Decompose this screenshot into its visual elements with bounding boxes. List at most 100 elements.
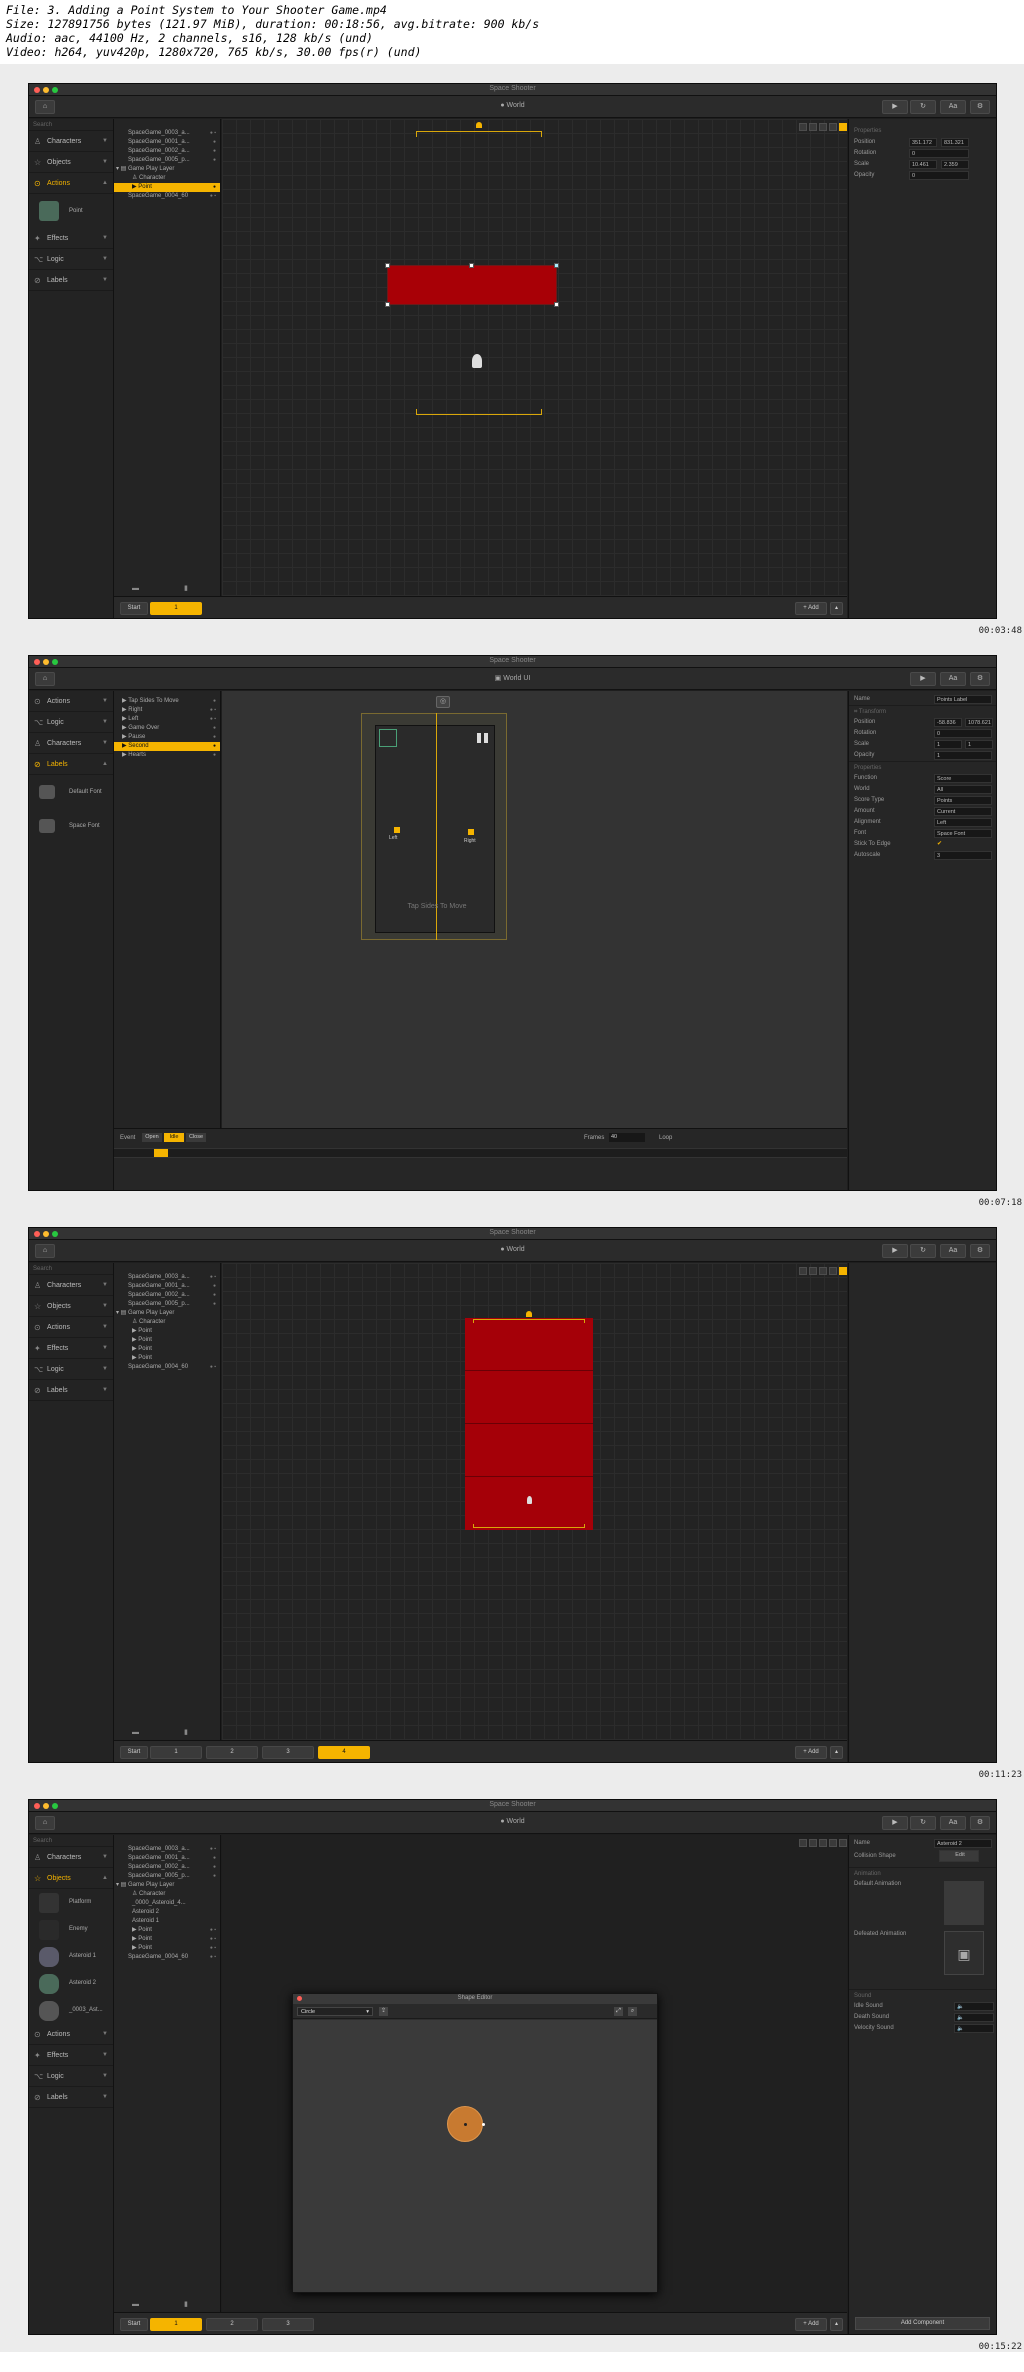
- speaker-icon[interactable]: 🔈: [954, 2024, 994, 2033]
- lock-icon[interactable]: ● ▪: [210, 129, 216, 138]
- tree-row-layer[interactable]: ▾ ▤ Game Play Layer: [114, 1309, 220, 1318]
- tree-row[interactable]: SpaceGame_0002_a... ●: [114, 147, 220, 156]
- start-button[interactable]: Start: [120, 2318, 148, 2331]
- library-logic[interactable]: ⌥ Logic ▼: [29, 712, 113, 733]
- close-tab[interactable]: Close: [186, 1133, 206, 1142]
- settings-button[interactable]: ⚙: [970, 1244, 990, 1258]
- pause-icon[interactable]: [477, 733, 481, 743]
- library-effects[interactable]: ✦ Effects ▼: [29, 2045, 113, 2066]
- grid-tool-icon[interactable]: [829, 1267, 837, 1275]
- library-characters[interactable]: ♙ Characters ▼: [29, 733, 113, 754]
- font-button[interactable]: Aa: [940, 1816, 966, 1830]
- library-item-default-font[interactable]: Default Font: [29, 775, 113, 809]
- frames-input[interactable]: 40: [609, 1133, 645, 1142]
- speaker-icon[interactable]: 🔈: [954, 2002, 994, 2011]
- world-tab-1[interactable]: 1: [150, 1746, 202, 1759]
- tree-row[interactable]: SpaceGame_0005_p... ●: [114, 156, 220, 165]
- library-characters[interactable]: ♙ Characters ▼: [29, 131, 113, 152]
- tree-row[interactable]: SpaceGame_0003_a... ● ▪: [114, 129, 220, 138]
- resize-handle[interactable]: [554, 302, 559, 307]
- tree-row[interactable]: ▶ Point ● ▪: [114, 1944, 220, 1953]
- tree-row[interactable]: ♙ Character: [114, 1318, 220, 1327]
- tree-row[interactable]: ♙ Character: [114, 1890, 220, 1899]
- checkmark-icon[interactable]: ✔: [937, 839, 942, 850]
- lock-icon[interactable]: ● ▪: [210, 192, 216, 201]
- library-item-asteroid-3[interactable]: _0003_Ast...: [29, 1997, 113, 2024]
- grid-tool-icon[interactable]: [799, 1839, 807, 1847]
- export-icon[interactable]: ⇪: [379, 2007, 388, 2016]
- circle-center-handle[interactable]: [464, 2123, 467, 2126]
- keyframe[interactable]: [154, 1149, 168, 1157]
- grid-tool-icon[interactable]: [819, 1267, 827, 1275]
- tree-row[interactable]: SpaceGame_0004_60 ● ▪: [114, 192, 220, 201]
- pause-icon[interactable]: [484, 733, 488, 743]
- resize-handle[interactable]: [385, 302, 390, 307]
- tree-row[interactable]: ▶ Point: [114, 1327, 220, 1336]
- tree-row-selected[interactable]: ▶ Point ●: [114, 183, 220, 192]
- settings-button[interactable]: ⚙: [970, 100, 990, 114]
- camera-icon[interactable]: ◎: [436, 696, 450, 708]
- points-label-selection[interactable]: [379, 729, 397, 747]
- grid-tool-icon[interactable]: [829, 123, 837, 131]
- tree-row[interactable]: ▶ Left ● ▪: [114, 715, 220, 724]
- library-item-space-font[interactable]: Space Font: [29, 809, 113, 843]
- edit-shape-button[interactable]: Edit: [939, 1850, 979, 1862]
- scene-canvas[interactable]: [222, 119, 847, 596]
- world-tab-1[interactable]: 1: [150, 2318, 202, 2331]
- play-button[interactable]: ▶: [882, 1816, 908, 1830]
- add-button[interactable]: + Add: [795, 1746, 827, 1759]
- start-button[interactable]: Start: [120, 1746, 148, 1759]
- font-button[interactable]: Aa: [940, 100, 966, 114]
- library-effects[interactable]: ✦ Effects ▼: [29, 1338, 113, 1359]
- library-objects[interactable]: ☆ Objects ▲: [29, 1868, 113, 1889]
- tree-row[interactable]: ♙ Character: [114, 174, 220, 183]
- open-tab[interactable]: Open: [142, 1133, 162, 1142]
- ui-canvas[interactable]: ◎ Left Right Tap Sides To Move: [222, 691, 847, 1128]
- lock-icon[interactable]: ●: [213, 183, 216, 192]
- add-button[interactable]: + Add: [795, 602, 827, 615]
- search-input[interactable]: Search: [29, 119, 113, 131]
- grid-tool-icon[interactable]: [819, 123, 827, 131]
- add-component-button[interactable]: Add Component: [855, 2317, 990, 2330]
- more-button[interactable]: ▴: [830, 602, 843, 615]
- world-tab-2[interactable]: 2: [206, 1746, 258, 1759]
- anchor-icon[interactable]: [526, 1311, 532, 1317]
- resize-handle[interactable]: [469, 263, 474, 268]
- library-effects[interactable]: ✦ Effects ▼: [29, 228, 113, 249]
- world-tab-4[interactable]: 4: [318, 1746, 370, 1759]
- tree-row[interactable]: SpaceGame_0004_60 ● ▪: [114, 1953, 220, 1962]
- character-sprite[interactable]: [472, 354, 482, 368]
- animation-thumbnail[interactable]: [944, 1881, 984, 1925]
- lock-icon[interactable]: ●: [213, 156, 216, 165]
- zoom-icon[interactable]: ⌕: [628, 2007, 637, 2016]
- rotate-handle[interactable]: [554, 263, 559, 268]
- tree-row[interactable]: _0000_Asteroid_4...: [114, 1899, 220, 1908]
- folder-icon[interactable]: ▬: [132, 2301, 139, 2308]
- tree-row[interactable]: SpaceGame_0001_a... ●: [114, 1282, 220, 1291]
- search-input[interactable]: Search: [29, 1263, 113, 1275]
- font-button[interactable]: Aa: [940, 672, 966, 686]
- library-actions[interactable]: ⊙ Actions ▼: [29, 1317, 113, 1338]
- tree-row[interactable]: Asteroid 1: [114, 1917, 220, 1926]
- folder-icon[interactable]: ▬: [132, 585, 139, 592]
- folder-icon[interactable]: ▬: [132, 1729, 139, 1736]
- reload-button[interactable]: ↻: [910, 100, 936, 114]
- resize-handle[interactable]: [385, 263, 390, 268]
- scene-canvas[interactable]: Shape Editor Circle ▾ ⇪ ⤢ ⌕: [222, 1835, 847, 2312]
- play-button[interactable]: ▶: [882, 100, 908, 114]
- ui-screen[interactable]: [375, 725, 495, 933]
- library-logic[interactable]: ⌥ Logic ▼: [29, 1359, 113, 1380]
- tree-row-layer[interactable]: ▾ ▤ Game Play Layer: [114, 165, 220, 174]
- world-tab-2[interactable]: 2: [206, 2318, 258, 2331]
- tree-row-layer[interactable]: ▾ ▤ Game Play Layer: [114, 1881, 220, 1890]
- library-logic[interactable]: ⌥ Logic ▼: [29, 249, 113, 270]
- add-button[interactable]: + Add: [795, 2318, 827, 2331]
- lock-icon[interactable]: ●: [213, 138, 216, 147]
- anchor-icon[interactable]: [476, 122, 482, 128]
- tree-row[interactable]: SpaceGame_0004_60 ● ▪: [114, 1363, 220, 1372]
- grid-tool-icon[interactable]: [829, 1839, 837, 1847]
- tree-row[interactable]: ▶ Point ● ▪: [114, 1926, 220, 1935]
- tree-row[interactable]: ▶ Point: [114, 1345, 220, 1354]
- left-button-icon[interactable]: [394, 827, 400, 833]
- tree-row[interactable]: ▶ Game Over ●: [114, 724, 220, 733]
